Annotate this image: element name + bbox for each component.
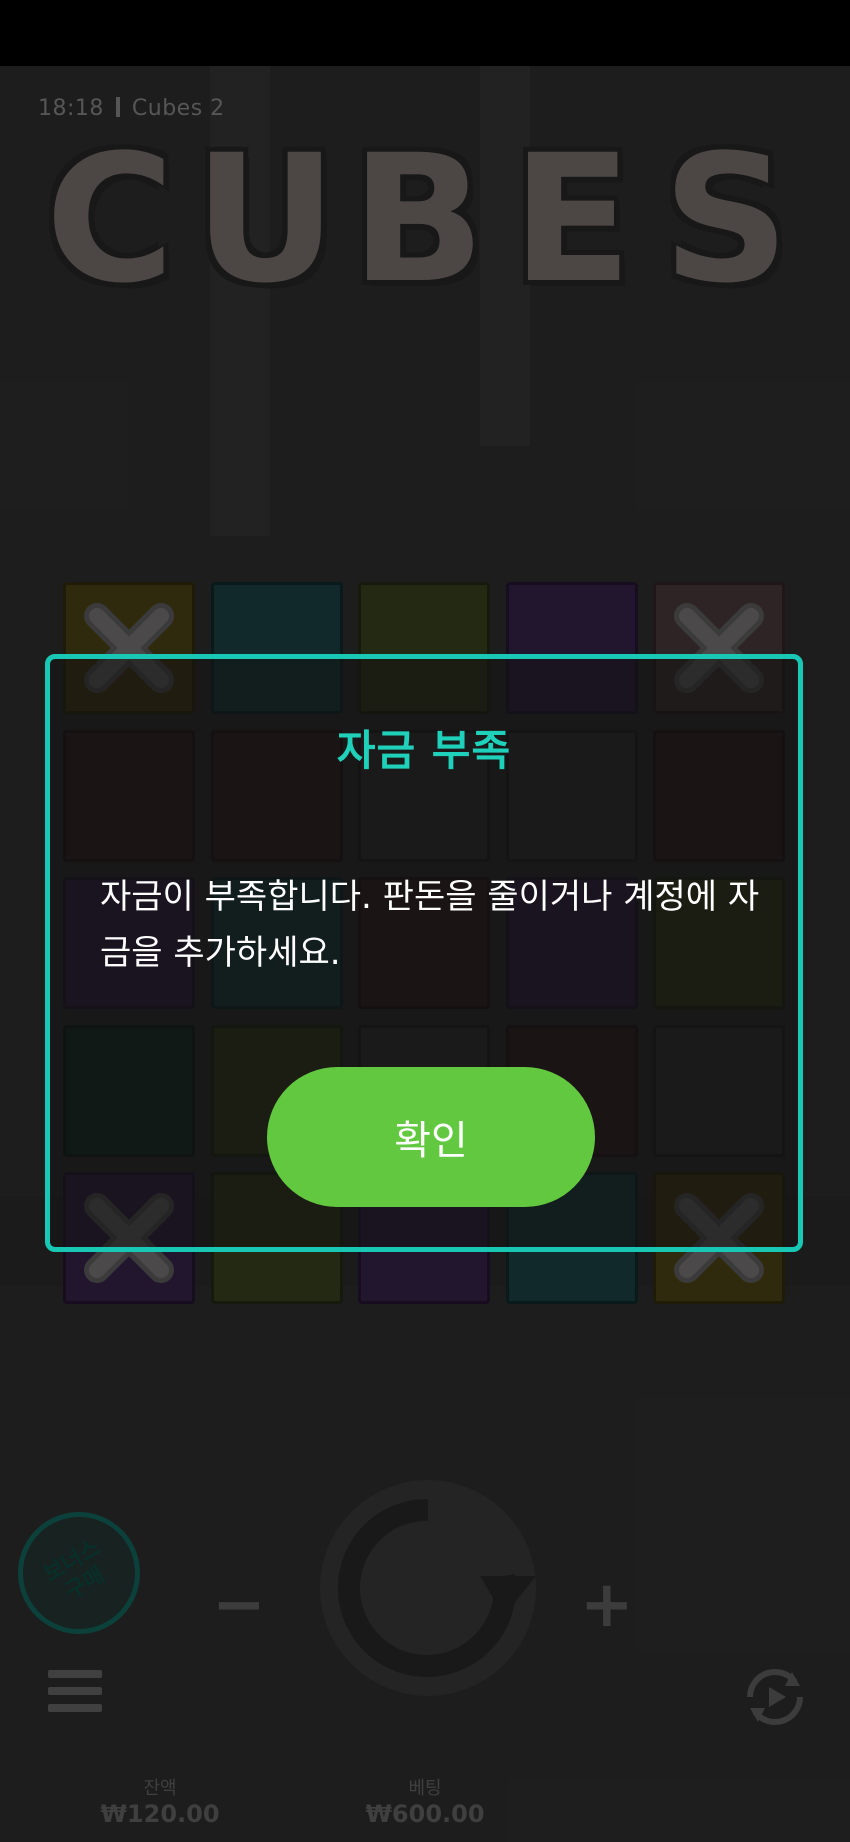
confirm-button[interactable]: 확인 xyxy=(267,1067,595,1207)
insufficient-funds-dialog: 자금 부족 자금이 부족합니다. 판돈을 줄이거나 계정에 자금을 추가하세요.… xyxy=(45,654,803,1252)
dialog-title: 자금 부족 xyxy=(336,726,512,775)
dialog-message: 자금이 부족합니다. 판돈을 줄이거나 계정에 자금을 추가하세요. xyxy=(100,877,760,973)
